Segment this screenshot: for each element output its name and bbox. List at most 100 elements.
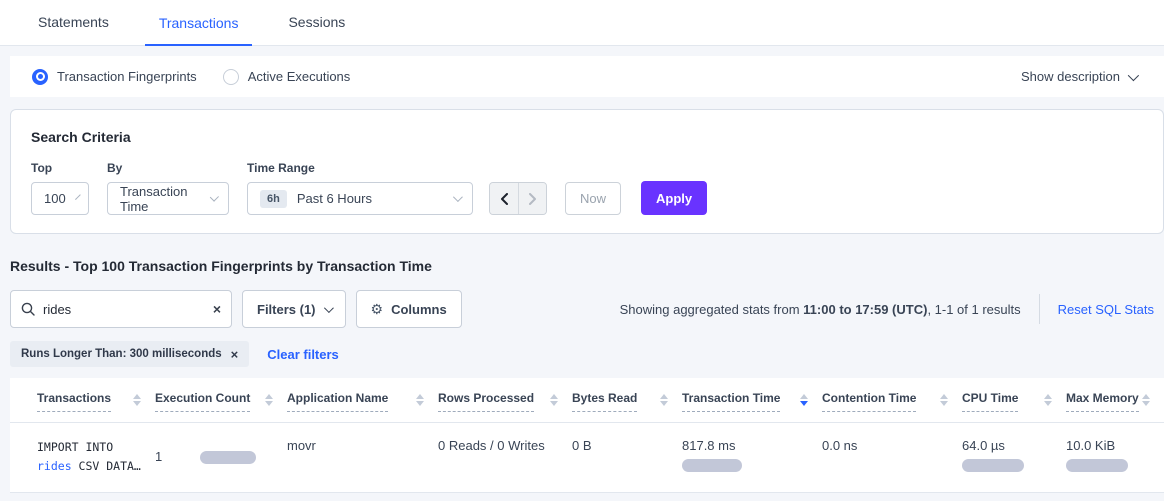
column-header-cpu-time[interactable]: CPU Time (962, 378, 1066, 422)
sort-icon[interactable] (133, 394, 141, 406)
top-label: Top (31, 161, 89, 175)
stats-summary-area: Showing aggregated stats from 11:00 to 1… (620, 294, 1154, 324)
column-header-max-memory[interactable]: Max Memory (1066, 378, 1164, 422)
transaction-time-bar (682, 459, 742, 472)
cpu-time-value: 64.0 µs (962, 438, 1052, 453)
clear-search-icon[interactable]: × (213, 301, 221, 317)
search-input[interactable] (43, 302, 205, 317)
cell-bytes-read: 0 B (572, 423, 682, 492)
time-range-badge: 6h (260, 190, 287, 208)
cell-max-memory: 10.0 KiB (1066, 423, 1164, 492)
columns-button[interactable]: ⚙ Columns (356, 290, 462, 328)
table-row: IMPORT INTO rides CSV DATA… 1 movr 0 Rea… (10, 423, 1164, 493)
time-range-value: Past 6 Hours (297, 191, 443, 206)
view-radio-group: Transaction Fingerprints Active Executio… (32, 69, 350, 85)
sort-icon[interactable] (1142, 394, 1150, 406)
time-range-select[interactable]: 6h Past 6 Hours (247, 182, 473, 215)
max-memory-value: 10.0 KiB (1066, 438, 1150, 453)
time-range-label: Time Range (247, 161, 473, 175)
chevron-down-icon (1128, 69, 1139, 80)
sql-line-2: rides CSV DATA… (37, 457, 141, 476)
top-select-value: 100 (44, 191, 66, 206)
radio-label: Active Executions (248, 69, 351, 84)
chevron-down-icon (323, 303, 333, 313)
by-field: By Transaction Time (107, 161, 229, 215)
cell-transaction-fingerprint[interactable]: IMPORT INTO rides CSV DATA… (37, 423, 155, 492)
radio-label: Transaction Fingerprints (57, 69, 197, 84)
column-header-application-name[interactable]: Application Name (287, 378, 438, 422)
execution-count-value: 1 (155, 449, 162, 464)
view-toggle-row: Transaction Fingerprints Active Executio… (10, 56, 1164, 97)
sort-icon[interactable] (265, 394, 273, 406)
chevron-right-icon (528, 193, 537, 205)
filter-pill-label: Runs Longer Than: 300 milliseconds (21, 348, 222, 360)
chevron-down-icon (453, 192, 463, 202)
execution-count-bar (200, 451, 256, 464)
next-time-window-button[interactable] (518, 183, 546, 214)
search-match-highlight: rides (37, 459, 72, 473)
radio-selected-icon (32, 69, 48, 85)
filter-pill-runs-longer-than: Runs Longer Than: 300 milliseconds × (10, 341, 249, 367)
by-select[interactable]: Transaction Time (107, 182, 229, 215)
chevron-down-icon (210, 193, 219, 202)
by-select-value: Transaction Time (120, 184, 200, 214)
remove-filter-icon[interactable]: × (231, 347, 239, 362)
by-label: By (107, 161, 229, 175)
cell-application-name: movr (287, 423, 438, 492)
cpu-time-bar (962, 459, 1024, 472)
sql-line-1: IMPORT INTO (37, 438, 141, 457)
table-header-row: Transactions Execution Count Application… (10, 378, 1164, 423)
column-header-rows-processed[interactable]: Rows Processed (438, 378, 572, 422)
tab-transactions[interactable]: Transactions (145, 3, 253, 46)
search-icon (21, 302, 35, 316)
sql-activity-tabbar: Statements Transactions Sessions (0, 0, 1164, 46)
active-filters-row: Runs Longer Than: 300 milliseconds × Cle… (10, 341, 1164, 367)
sort-icon-active-desc[interactable] (800, 394, 808, 406)
results-heading: Results - Top 100 Transaction Fingerprin… (10, 258, 1164, 274)
radio-active-executions[interactable]: Active Executions (223, 69, 351, 85)
apply-button[interactable]: Apply (641, 181, 707, 215)
time-range-stepper (489, 182, 547, 215)
show-description-toggle[interactable]: Show description (1021, 69, 1136, 84)
column-header-transactions[interactable]: Transactions (37, 378, 155, 422)
show-description-label: Show description (1021, 69, 1120, 84)
column-header-execution-count[interactable]: Execution Count (155, 378, 287, 422)
max-memory-bar (1066, 459, 1128, 472)
results-table: Transactions Execution Count Application… (10, 378, 1164, 493)
tab-statements[interactable]: Statements (24, 2, 123, 45)
column-header-contention-time[interactable]: Contention Time (822, 378, 962, 422)
radio-unselected-icon (223, 69, 239, 85)
time-range-field: Time Range 6h Past 6 Hours (247, 161, 473, 215)
now-button[interactable]: Now (565, 182, 621, 215)
sort-icon[interactable] (416, 394, 424, 406)
top-select[interactable]: 100 (31, 182, 89, 215)
filters-button[interactable]: Filters (1) (242, 290, 346, 328)
stats-time-window: 11:00 to 17:59 (UTC) (803, 302, 927, 317)
gear-icon: ⚙ (371, 301, 384, 318)
radio-transaction-fingerprints[interactable]: Transaction Fingerprints (32, 69, 197, 85)
cell-contention-time: 0.0 ns (822, 423, 962, 492)
chevron-down-icon (75, 194, 81, 200)
filters-button-label: Filters (1) (257, 302, 316, 317)
cell-transaction-time: 817.8 ms (682, 423, 822, 492)
clear-filters-link[interactable]: Clear filters (267, 347, 339, 362)
search-criteria-card: Search Criteria Top 100 By Transaction T… (10, 109, 1164, 234)
results-toolbar: × Filters (1) ⚙ Columns Showing aggregat… (10, 290, 1154, 328)
cell-cpu-time: 64.0 µs (962, 423, 1066, 492)
previous-time-window-button[interactable] (490, 183, 518, 214)
sort-icon[interactable] (660, 394, 668, 406)
sort-icon[interactable] (940, 394, 948, 406)
columns-button-label: Columns (391, 302, 447, 317)
chevron-left-icon (500, 193, 509, 205)
column-header-transaction-time[interactable]: Transaction Time (682, 378, 822, 422)
tab-sessions[interactable]: Sessions (274, 2, 359, 45)
sort-icon[interactable] (1044, 394, 1052, 406)
cell-execution-count: 1 (155, 423, 287, 492)
reset-sql-stats-link[interactable]: Reset SQL Stats (1058, 302, 1154, 317)
transaction-time-value: 817.8 ms (682, 438, 808, 453)
search-criteria-title: Search Criteria (31, 129, 1143, 145)
stats-summary-text: Showing aggregated stats from 11:00 to 1… (620, 302, 1021, 317)
search-criteria-controls: Top 100 By Transaction Time Time Range 6… (31, 161, 1143, 215)
column-header-bytes-read[interactable]: Bytes Read (572, 378, 682, 422)
sort-icon[interactable] (550, 394, 558, 406)
